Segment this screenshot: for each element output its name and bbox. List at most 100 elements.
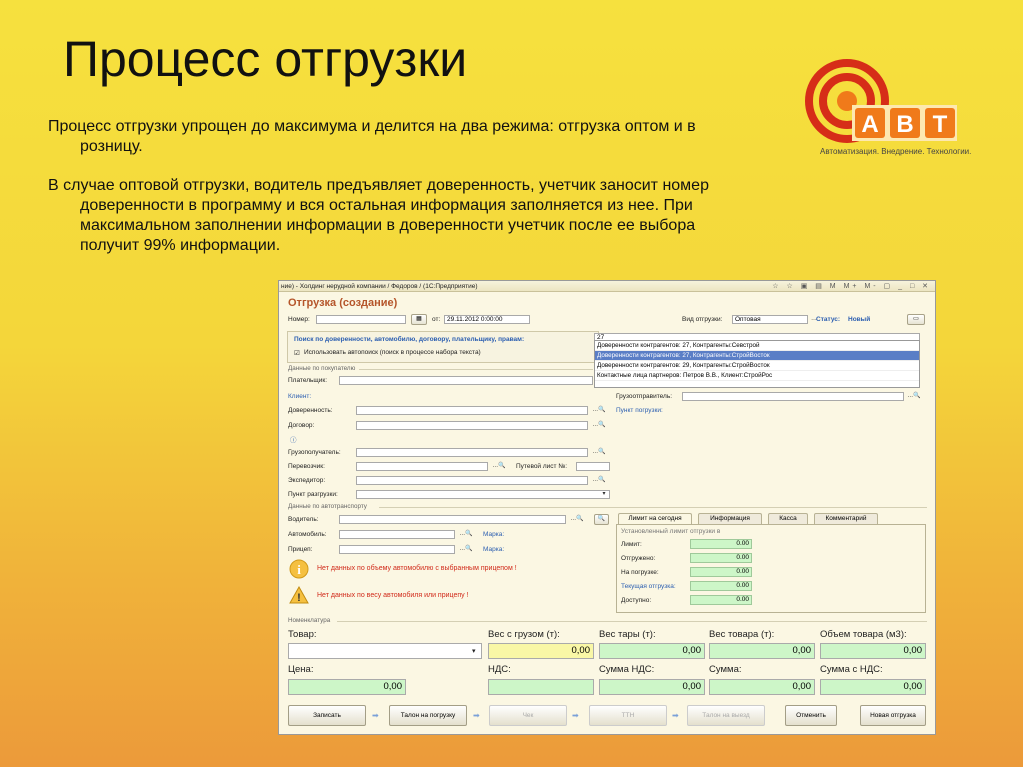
tab-limit[interactable]: Лимит на сегодня (618, 513, 692, 524)
buyer-section-line (359, 369, 593, 370)
search-result-item[interactable]: Контактные лица партнеров: Петров В.В., … (595, 371, 919, 381)
obem-label: Объем товара (м3): (820, 629, 907, 640)
voditel-label: Водитель: (288, 516, 319, 523)
search-result-item[interactable]: Доверенности контрагентов: 27, Контраген… (595, 341, 919, 351)
limit-row-value: 0.00 (690, 553, 752, 563)
window-titlebar: ние) - Холдинг нерудной компании / Федор… (279, 281, 935, 292)
tab-information[interactable]: Информация (698, 513, 762, 524)
perevozchik-search-icon[interactable]: …🔍 (488, 462, 510, 471)
putevoy-label: Путевой лист №: (516, 463, 568, 470)
ves-tovara-label: Вес товара (т): (709, 629, 775, 640)
summa-nds-input[interactable]: 0,00 (599, 679, 705, 695)
limit-row-label: Текущая отгрузка: (621, 583, 676, 590)
marka2-label: Марка: (483, 546, 505, 553)
obem-input[interactable]: 0,00 (820, 643, 926, 659)
paragraph-1-line-1: Процесс отгрузки упрощен до максимума и … (48, 118, 696, 135)
paragraph-2-line-3: максимальном заполнении информации в дов… (80, 217, 696, 234)
cena-input[interactable]: 0,00 (288, 679, 406, 695)
autosearch-label: Использовать автопоиск (поиск в процессе… (304, 349, 481, 356)
info-icon[interactable]: ⓘ (290, 434, 297, 444)
paragraph-2-line-2: доверенности в программу и вся остальная… (80, 197, 693, 214)
tab-kassa[interactable]: Касса (768, 513, 808, 524)
pricep-search-icon[interactable]: …🔍 (455, 545, 477, 554)
punkt-razgruzki-label: Пункт разгрузки: (288, 491, 338, 498)
ves-gruz-input[interactable]: 0,00 (488, 643, 594, 659)
window-title: ние) - Холдинг нерудной компании / Федор… (281, 283, 478, 290)
punkt-razgruzki-chevron-down-icon[interactable]: ▾ (599, 490, 609, 499)
auto-section-header: Данные по автотранспорту (288, 503, 367, 510)
buyer-section-header: Данные по покупателю (288, 365, 356, 372)
tab-comment[interactable]: Комментарий (814, 513, 878, 524)
perevozchik-input[interactable] (356, 462, 488, 471)
limit-row-value: 0.00 (690, 567, 752, 577)
search-results-dropdown: Доверенности контрагентов: 27, Контраген… (594, 340, 920, 388)
avtomobil-label: Автомобиль: (288, 531, 327, 538)
nomer-input[interactable] (316, 315, 406, 324)
otmenit-button[interactable]: Отменить (785, 705, 837, 726)
talon-vyezd-button[interactable]: Талон на выезд (687, 705, 765, 726)
dogovor-input[interactable] (356, 421, 588, 430)
avtomobil-input[interactable] (339, 530, 455, 539)
summa-input[interactable]: 0,00 (709, 679, 815, 695)
doverennost-search-icon[interactable]: …🔍 (588, 406, 610, 415)
dogovor-search-icon[interactable]: …🔍 (588, 421, 610, 430)
gruzopoluchatel-search-icon[interactable]: …🔍 (588, 448, 610, 457)
ekspeditor-input[interactable] (356, 476, 588, 485)
search-result-item[interactable]: Доверенности контрагентов: 27, Контраген… (595, 351, 919, 361)
svg-text:i: i (297, 562, 301, 577)
auto-section-line (379, 507, 927, 508)
zapisat-button[interactable]: Записать (288, 705, 366, 726)
punkt-razgruzki-select[interactable] (356, 490, 610, 499)
warning-triangle-icon: ! (289, 586, 309, 604)
ttn-button[interactable]: ТТН (589, 705, 667, 726)
platelschik-input[interactable] (339, 376, 593, 385)
search-result-item[interactable]: Доверенности контрагентов: 29, Контраген… (595, 361, 919, 371)
form-title: Отгрузка (создание) (288, 297, 398, 309)
vid-select[interactable]: Оптовая (732, 315, 808, 324)
pricep-label: Прицеп: (288, 546, 313, 553)
autosearch-checkbox[interactable]: ☑ (294, 349, 300, 357)
tovar-label: Товар: (288, 629, 317, 640)
nomen-section-line (337, 621, 927, 622)
ves-tary-label: Вес тары (т): (599, 629, 656, 640)
perevozchik-label: Перевозчик: (288, 463, 325, 470)
ves-tovara-input[interactable]: 0,00 (709, 643, 815, 659)
window-controls[interactable]: ☆ ☆ ▣ ▤ M M+ M- ▢ _ □ ✕ (772, 281, 931, 292)
doverennost-input[interactable] (356, 406, 588, 415)
info-circle-icon: i (289, 559, 309, 579)
settings-icon[interactable]: ▭ (907, 314, 925, 325)
avtomobil-search-icon[interactable]: …🔍 (455, 530, 477, 539)
calendar-button[interactable]: ▦ (411, 314, 427, 325)
nds-input[interactable] (488, 679, 594, 695)
logo-letter-a: А (861, 111, 878, 138)
voditel-search-icon[interactable]: …🔍 (566, 515, 588, 524)
status-value: Новый (848, 316, 871, 323)
limit-row-label: Доступно: (621, 597, 652, 604)
novaya-otgruzka-button[interactable]: Новая отгрузка (860, 705, 926, 726)
chek-button[interactable]: Чек (489, 705, 567, 726)
voditel-find-button[interactable]: 🔍 (594, 514, 609, 525)
nomer-label: Номер: (288, 316, 310, 323)
limit-panel: Установленный лимит отгрузки в Лимит: 0.… (616, 524, 926, 613)
tovar-chevron-down-icon[interactable]: ▾ (472, 647, 476, 655)
summa-s-nds-input[interactable]: 0,00 (820, 679, 926, 695)
pricep-input[interactable] (339, 545, 455, 554)
paragraph-1: Процесс отгрузки упрощен до максимума и … (48, 117, 788, 157)
ves-tary-input[interactable]: 0,00 (599, 643, 705, 659)
marka1-label: Марка: (483, 531, 505, 538)
svg-text:!: ! (297, 592, 301, 604)
date-input[interactable]: 29.11.2012 0:00:00 (444, 315, 530, 324)
talon-pogruzka-button[interactable]: Талон на погрузку (389, 705, 467, 726)
gruzopoluchatel-input[interactable] (356, 448, 588, 457)
nds-label: НДС: (488, 664, 511, 675)
ekspeditor-search-icon[interactable]: …🔍 (588, 476, 610, 485)
slide-title: Процесс отгрузки (63, 31, 468, 87)
gruzootpravitel-input[interactable] (682, 392, 904, 401)
klient-label: Клиент: (288, 393, 312, 400)
gruzootpravitel-search-icon[interactable]: …🔍 (904, 392, 924, 401)
putevoy-input[interactable] (576, 462, 610, 471)
arrow-right-icon: ➡ (572, 711, 579, 720)
arrow-right-icon: ➡ (672, 711, 679, 720)
voditel-input[interactable] (339, 515, 566, 524)
tovar-select[interactable] (288, 643, 482, 659)
